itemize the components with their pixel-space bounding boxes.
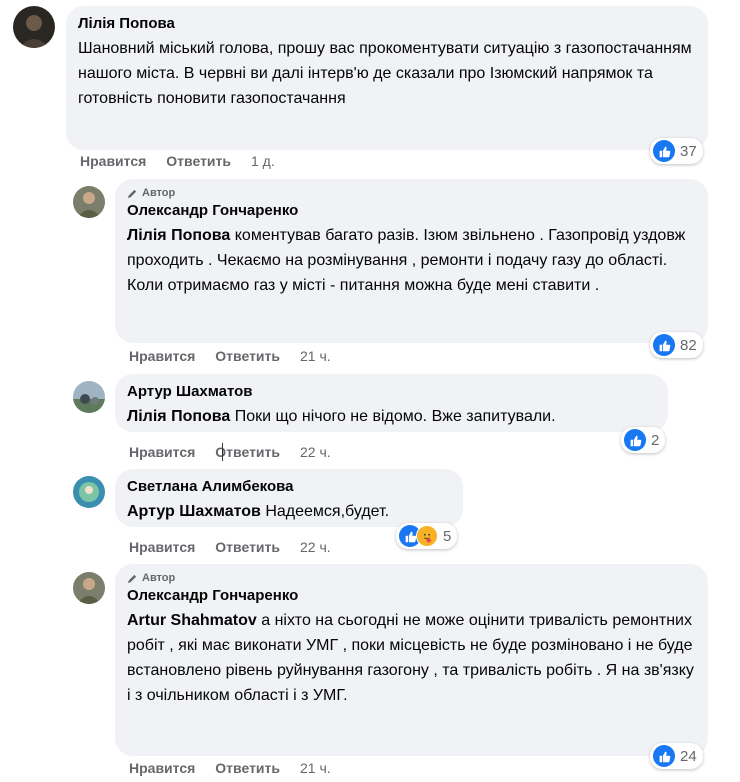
comment-text: Лілія Попова коментував багато разів. Із… [127, 223, 696, 298]
comment-body: Поки що нічого не відомо. Вже запитували… [230, 408, 556, 425]
author-badge: Автор [127, 187, 696, 199]
author-badge: Автор [127, 572, 696, 584]
like-reaction-icon [653, 745, 675, 767]
mention-link[interactable]: Лілія Попова [127, 408, 230, 425]
like-button[interactable]: Нравится [129, 444, 195, 460]
mention-link[interactable]: Лілія Попова [127, 227, 230, 244]
text-cursor [222, 443, 223, 461]
timestamp[interactable]: 22 ч. [300, 444, 331, 460]
comment-actions: Нравится Ответить 1 д. [80, 153, 275, 169]
comment-text: Шановний міський голова, прошу вас проко… [78, 40, 692, 107]
reply-button[interactable]: Ответить [215, 444, 280, 460]
pencil-icon [127, 189, 137, 198]
timestamp[interactable]: 1 д. [251, 153, 275, 169]
avatar-svetlana-alimbekova[interactable] [73, 476, 105, 508]
timestamp[interactable]: 21 ч. [300, 348, 331, 364]
comment-bubble: Автор Олександр Гончаренко Лілія Попова … [115, 179, 708, 343]
commenter-name[interactable]: Олександр Гончаренко [127, 586, 696, 606]
comment-actions: Нравится Ответить 22 ч. [129, 539, 331, 555]
timestamp[interactable]: 22 ч. [300, 539, 331, 555]
reaction-summary[interactable]: 2 [621, 427, 666, 453]
reply-button[interactable]: Ответить [166, 153, 231, 169]
commenter-name[interactable]: Артур Шахматов [127, 382, 656, 402]
comment-text: Artur Shahmatov а ніхто на сьогодні не м… [127, 608, 696, 708]
like-reaction-icon [653, 140, 675, 162]
comment-body: Надеемся,будет. [260, 503, 390, 520]
avatar-artur-shakhmatov[interactable] [73, 381, 105, 413]
author-badge-label: Автор [142, 572, 176, 584]
reaction-summary[interactable]: 82 [650, 332, 703, 358]
reaction-count: 37 [680, 142, 697, 160]
like-button[interactable]: Нравится [80, 153, 146, 169]
comment-bubble: Артур Шахматов Лілія Попова Поки що нічо… [115, 374, 668, 432]
comment-text: Лілія Попова Поки що нічого не відомо. В… [127, 404, 656, 429]
reply-button[interactable]: Ответить [215, 760, 280, 776]
commenter-name[interactable]: Светлана Алимбекова [127, 477, 451, 497]
like-button[interactable]: Нравится [129, 760, 195, 776]
reaction-count: 5 [443, 527, 452, 545]
commenter-name[interactable]: Лілія Попова [78, 14, 696, 34]
reaction-summary[interactable]: 37 [650, 138, 703, 164]
care-reaction-icon [416, 525, 438, 547]
avatar-oleksandr-honcharenko[interactable] [73, 186, 105, 218]
reaction-count: 2 [651, 431, 660, 449]
reaction-count: 24 [680, 747, 697, 765]
commenter-name[interactable]: Олександр Гончаренко [127, 201, 696, 221]
timestamp[interactable]: 21 ч. [300, 760, 331, 776]
reply-button[interactable]: Ответить [215, 348, 280, 364]
avatar-oleksandr-honcharenko[interactable] [73, 572, 105, 604]
pencil-icon [127, 574, 137, 583]
comment-bubble: Автор Олександр Гончаренко Artur Shahmat… [115, 564, 708, 756]
reply-button[interactable]: Ответить [215, 539, 280, 555]
mention-link[interactable]: Artur Shahmatov [127, 612, 257, 629]
mention-link[interactable]: Артур Шахматов [127, 503, 261, 520]
comment-actions: Нравится Ответить 22 ч. [129, 444, 331, 460]
comment-bubble: Светлана Алимбекова Артур Шахматов Надее… [115, 469, 463, 527]
like-button[interactable]: Нравится [129, 348, 195, 364]
reaction-summary[interactable]: 5 [396, 523, 458, 549]
comment-actions: Нравится Ответить 21 ч. [129, 760, 331, 776]
like-button[interactable]: Нравится [129, 539, 195, 555]
avatar-liliia-popova[interactable] [13, 6, 55, 48]
comment-actions: Нравится Ответить 21 ч. [129, 348, 331, 364]
reaction-summary[interactable]: 24 [650, 743, 703, 769]
like-reaction-icon [653, 334, 675, 356]
reaction-count: 82 [680, 336, 697, 354]
comment-text: Артур Шахматов Надеемся,будет. [127, 499, 451, 524]
comment-bubble: Лілія Попова Шановний міський голова, пр… [66, 6, 708, 150]
author-badge-label: Автор [142, 187, 176, 199]
like-reaction-icon [624, 429, 646, 451]
